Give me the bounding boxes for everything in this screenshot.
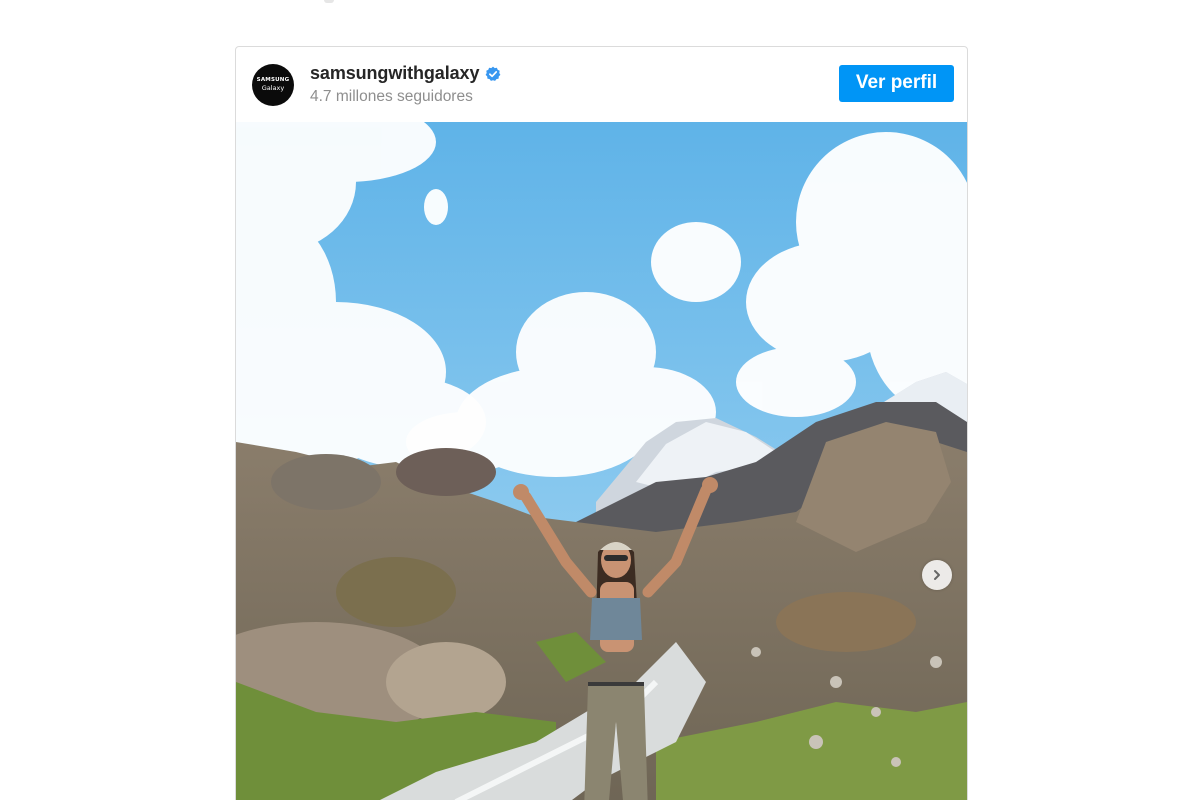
user-info: samsungwithgalaxy 4.7 millones seguidore… (310, 63, 501, 106)
follower-count: 4.7 millones seguidores (310, 88, 473, 105)
chevron-right-icon (931, 569, 943, 581)
avatar-logo-text: SAMSUNG (256, 77, 290, 83)
post-photo[interactable] (236, 122, 967, 800)
verified-badge-icon (485, 66, 501, 82)
username-row: samsungwithgalaxy (310, 63, 501, 84)
page: SAMSUNG Galaxy samsungwithgalaxy 4.7 mil… (0, 0, 1200, 800)
avatar[interactable]: SAMSUNG Galaxy (252, 63, 294, 106)
carousel-next-button[interactable] (922, 560, 952, 590)
mountain-photo-illustration (236, 122, 967, 800)
decorative-dot (324, 0, 334, 3)
username[interactable]: samsungwithgalaxy (310, 63, 479, 84)
view-profile-button[interactable]: Ver perfil (839, 64, 954, 102)
instagram-embed-card: SAMSUNG Galaxy samsungwithgalaxy 4.7 mil… (235, 46, 968, 800)
post-header: SAMSUNG Galaxy samsungwithgalaxy 4.7 mil… (236, 47, 967, 122)
avatar-logo-subtext: Galaxy (261, 84, 285, 92)
